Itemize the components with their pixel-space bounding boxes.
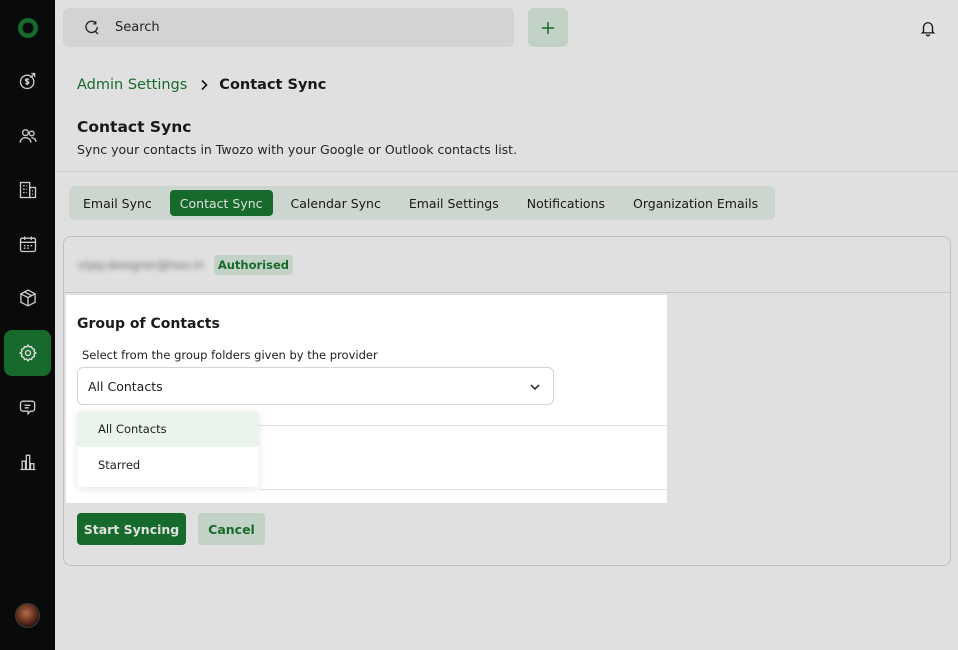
chat-icon [19,400,35,416]
reports-icon [20,454,35,471]
tab-notifications[interactable]: Notifications [517,190,615,216]
settings-icon [18,343,37,363]
page-subtitle: Sync your contacts in Twozo with your Go… [77,142,518,157]
group-select-value: All Contacts [88,378,163,394]
sidebar-item-deals[interactable] [4,58,51,104]
settings-tabs: Email Sync Contact Sync Calendar Sync Em… [69,186,775,220]
group-select-label: Select from the group folders given by t… [82,348,378,362]
group-dropdown-menu: All Contacts Starred [77,411,259,487]
section-divider [259,489,667,490]
header-divider [55,171,958,172]
sidebar-item-chat[interactable] [4,384,51,430]
status-badge: Authorised [213,254,293,275]
search-icon [85,20,99,34]
group-of-contacts-panel: Group of Contacts Select from the group … [66,295,667,503]
start-syncing-button[interactable]: Start Syncing [77,513,186,545]
add-button[interactable] [528,8,568,47]
sidebar-item-calendar[interactable] [4,221,51,267]
chevron-right-icon [201,79,208,91]
plus-icon [542,21,554,34]
products-icon [19,289,36,307]
search-input[interactable]: Search [63,8,514,47]
tab-organization-emails[interactable]: Organization Emails [623,190,768,216]
cancel-button[interactable]: Cancel [198,513,265,545]
tab-calendar-sync[interactable]: Calendar Sync [281,190,391,216]
tab-email-sync[interactable]: Email Sync [73,190,162,216]
sidebar [0,0,55,650]
sidebar-item-products[interactable] [4,275,51,321]
deals-icon [19,72,35,90]
sidebar-item-settings[interactable] [4,330,51,376]
section-divider [259,425,667,426]
dropdown-option-all-contacts[interactable]: All Contacts [77,411,259,447]
chevron-down-icon [530,384,540,391]
breadcrumb-current: Contact Sync [219,77,327,93]
breadcrumb: Admin Settings Contact Sync [77,77,326,93]
dropdown-option-starred[interactable]: Starred [77,447,259,483]
search-placeholder: Search [115,20,160,35]
companies-icon [19,181,36,199]
account-row: vijay.designer@hoo.in Authorised [64,237,950,293]
panel-title: Group of Contacts [77,316,220,332]
bell-icon[interactable] [919,19,937,37]
logo-icon[interactable] [16,16,40,40]
calendar-icon [19,236,36,253]
sidebar-item-companies[interactable] [4,167,51,213]
topbar: Search [55,0,958,56]
tab-email-settings[interactable]: Email Settings [399,190,509,216]
group-select[interactable]: All Contacts [77,367,554,405]
contacts-icon [18,129,37,143]
breadcrumb-admin-settings[interactable]: Admin Settings [77,77,187,93]
account-email: vijay.designer@hoo.in [78,257,204,272]
sidebar-item-reports[interactable] [4,439,51,485]
page-title: Contact Sync [77,118,192,136]
tab-contact-sync[interactable]: Contact Sync [169,190,273,216]
avatar[interactable] [15,603,40,628]
sidebar-item-contacts[interactable] [4,113,51,159]
